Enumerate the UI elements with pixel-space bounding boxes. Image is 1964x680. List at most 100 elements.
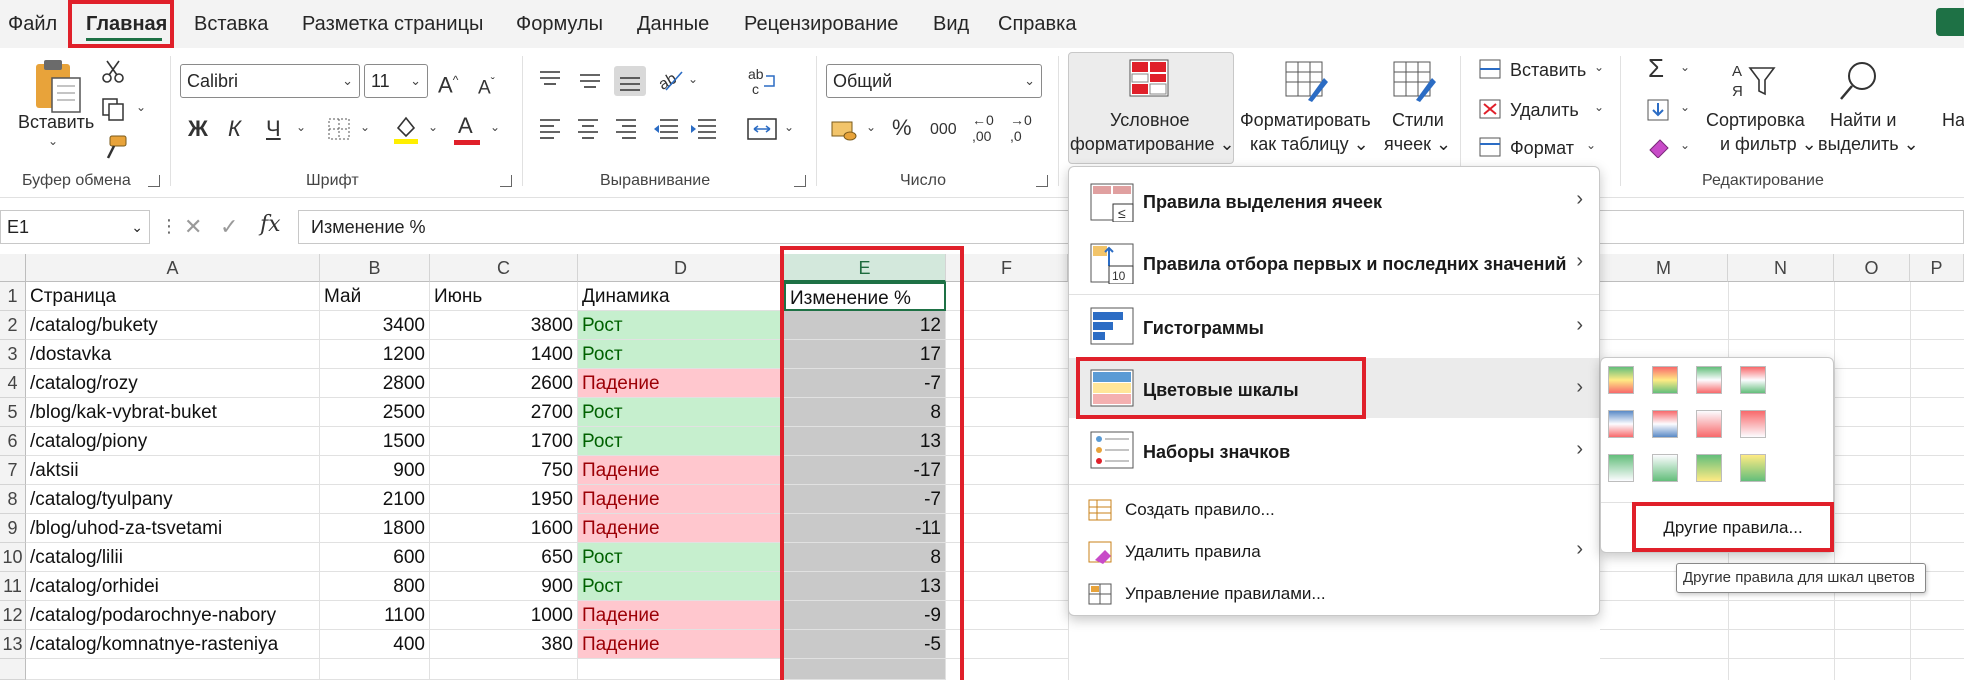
menu-formulas[interactable]: Формулы (516, 0, 603, 48)
table-cell[interactable]: 2100 (320, 485, 430, 514)
table-cell[interactable]: /catalog/orhidei (26, 572, 320, 601)
decrease-decimal-button[interactable]: →0,0 (1010, 112, 1032, 144)
table-cell[interactable]: 1000 (430, 601, 578, 630)
font-size-combo[interactable]: 11 ⌄ (364, 64, 428, 98)
menu-help[interactable]: Справка (998, 0, 1076, 48)
fill-color-icon[interactable] (392, 114, 420, 144)
table-cell[interactable] (26, 659, 320, 680)
sort-filter-icon[interactable]: А Я (1730, 58, 1778, 102)
table-cell[interactable]: Рост (578, 311, 784, 340)
table-cell[interactable]: 1100 (320, 601, 430, 630)
table-cell[interactable]: 1950 (430, 485, 578, 514)
color-scale-green-white[interactable] (1608, 454, 1634, 482)
color-scale-blue-white-red[interactable] (1608, 410, 1634, 438)
color-scale-red-white-blue[interactable] (1652, 410, 1678, 438)
autosum-icon[interactable]: Σ (1648, 54, 1664, 82)
row-header[interactable] (0, 659, 26, 680)
table-cell[interactable]: Падение (578, 456, 784, 485)
table-cell[interactable]: 3800 (430, 311, 578, 340)
paste-chevron-icon[interactable]: ⌄ (48, 134, 58, 148)
table-cell[interactable]: 900 (430, 572, 578, 601)
horizontal-align-icons[interactable] (536, 114, 716, 142)
alignment-launcher-icon[interactable] (794, 175, 806, 187)
row-header[interactable]: 12 (0, 601, 26, 630)
table-cell[interactable]: 600 (320, 543, 430, 572)
menu-data[interactable]: Данные (637, 0, 709, 48)
orientation-icon[interactable]: ab (656, 66, 692, 94)
row-header[interactable]: 13 (0, 630, 26, 659)
table-cell[interactable]: Падение (578, 630, 784, 659)
autosum-chevron-icon[interactable]: ⌄ (1680, 60, 1690, 74)
table-cell[interactable]: 1200 (320, 340, 430, 369)
table-cell[interactable]: /dostavka (26, 340, 320, 369)
paste-button-label[interactable]: Вставить (18, 110, 94, 134)
table-cell[interactable]: Рост (578, 543, 784, 572)
color-scale-red-white-green[interactable] (1740, 366, 1766, 394)
table-cell[interactable]: /catalog/rozy (26, 369, 320, 398)
confirm-formula-icon[interactable]: ✓ (220, 214, 238, 240)
header-cell-trend[interactable]: Динамика (578, 282, 784, 311)
table-cell[interactable]: Рост (578, 427, 784, 456)
number-format-combo[interactable]: Общий ⌄ (826, 64, 1042, 98)
format-cells-label[interactable]: Формат (1510, 136, 1574, 160)
format-cells-icon[interactable] (1478, 136, 1502, 158)
table-cell[interactable]: 400 (320, 630, 430, 659)
menu-item-clear-rules[interactable]: Удалить правила › (1069, 532, 1599, 572)
header-cell-june[interactable]: Июнь (430, 282, 578, 311)
find-select-label-1[interactable]: Найти и (1830, 108, 1896, 132)
table-cell[interactable]: Падение (578, 485, 784, 514)
format-painter-icon[interactable] (100, 134, 128, 162)
name-box[interactable]: E1 ⌄ (0, 210, 150, 244)
table-cell[interactable]: 1800 (320, 514, 430, 543)
vertical-align-icons[interactable] (536, 66, 656, 96)
table-cell[interactable]: 800 (320, 572, 430, 601)
table-cell[interactable]: 2800 (320, 369, 430, 398)
table-cell[interactable]: /catalog/komnatnye-rasteniya (26, 630, 320, 659)
cell-styles-label-2[interactable]: ячеек ⌄ (1384, 132, 1451, 156)
bold-button[interactable]: Ж (188, 115, 208, 143)
table-cell[interactable]: /catalog/tyulpany (26, 485, 320, 514)
row-header[interactable]: 2 (0, 311, 26, 340)
cell-styles-icon[interactable] (1392, 60, 1436, 102)
format-chevron-icon[interactable]: ⌄ (1586, 138, 1596, 152)
header-cell-page[interactable]: Страница (26, 282, 320, 311)
delete-cells-icon[interactable] (1478, 98, 1502, 120)
row-header[interactable]: 4 (0, 369, 26, 398)
table-cell[interactable]: 1500 (320, 427, 430, 456)
color-scale-red-yellow-green[interactable] (1652, 366, 1678, 394)
table-cell[interactable]: 2700 (430, 398, 578, 427)
column-header-o[interactable]: O (1834, 254, 1910, 282)
color-scale-green-yellow[interactable] (1696, 454, 1722, 482)
menu-item-icon-sets[interactable]: Наборы значков › (1069, 420, 1599, 480)
menu-item-new-rule[interactable]: Создать правило... (1069, 490, 1599, 530)
decrease-font-icon[interactable]: Aˇ (478, 68, 495, 102)
sort-filter-label-2[interactable]: и фильтр ⌄ (1720, 132, 1817, 156)
menu-review[interactable]: Рецензирование (744, 0, 898, 48)
increase-font-icon[interactable]: A^ (438, 66, 458, 99)
insert-chevron-icon[interactable]: ⌄ (1594, 60, 1604, 74)
clear-icon[interactable] (1646, 136, 1672, 158)
table-cell[interactable]: Падение (578, 514, 784, 543)
color-scale-white-red[interactable] (1696, 410, 1722, 438)
underline-chevron-icon[interactable]: ⌄ (296, 120, 306, 134)
color-scale-white-green[interactable] (1652, 454, 1678, 482)
cut-icon[interactable] (100, 58, 126, 84)
table-cell[interactable]: 650 (430, 543, 578, 572)
find-select-icon[interactable] (1838, 58, 1882, 102)
table-cell[interactable]: /blog/kak-vybrat-buket (26, 398, 320, 427)
thousands-button[interactable]: 000 (930, 116, 957, 144)
menu-item-highlight-rules[interactable]: ≤ Правила выделения ячеек › (1069, 170, 1599, 230)
format-table-label-2[interactable]: как таблицу ⌄ (1250, 132, 1369, 156)
column-header-p[interactable]: P (1910, 254, 1964, 282)
color-scale-green-yellow-red[interactable] (1608, 366, 1634, 394)
wrap-text-icon[interactable]: ab c (746, 66, 782, 96)
row-header[interactable]: 9 (0, 514, 26, 543)
currency-chevron-icon[interactable]: ⌄ (866, 120, 876, 134)
percent-button[interactable]: % (892, 114, 912, 142)
font-launcher-icon[interactable] (500, 175, 512, 187)
cancel-formula-icon[interactable]: ✕ (184, 214, 202, 240)
table-cell[interactable]: /catalog/podarochnye-nabory (26, 601, 320, 630)
row-header[interactable]: 11 (0, 572, 26, 601)
currency-format-icon[interactable] (830, 116, 860, 144)
underline-button[interactable]: Ч (266, 115, 281, 143)
